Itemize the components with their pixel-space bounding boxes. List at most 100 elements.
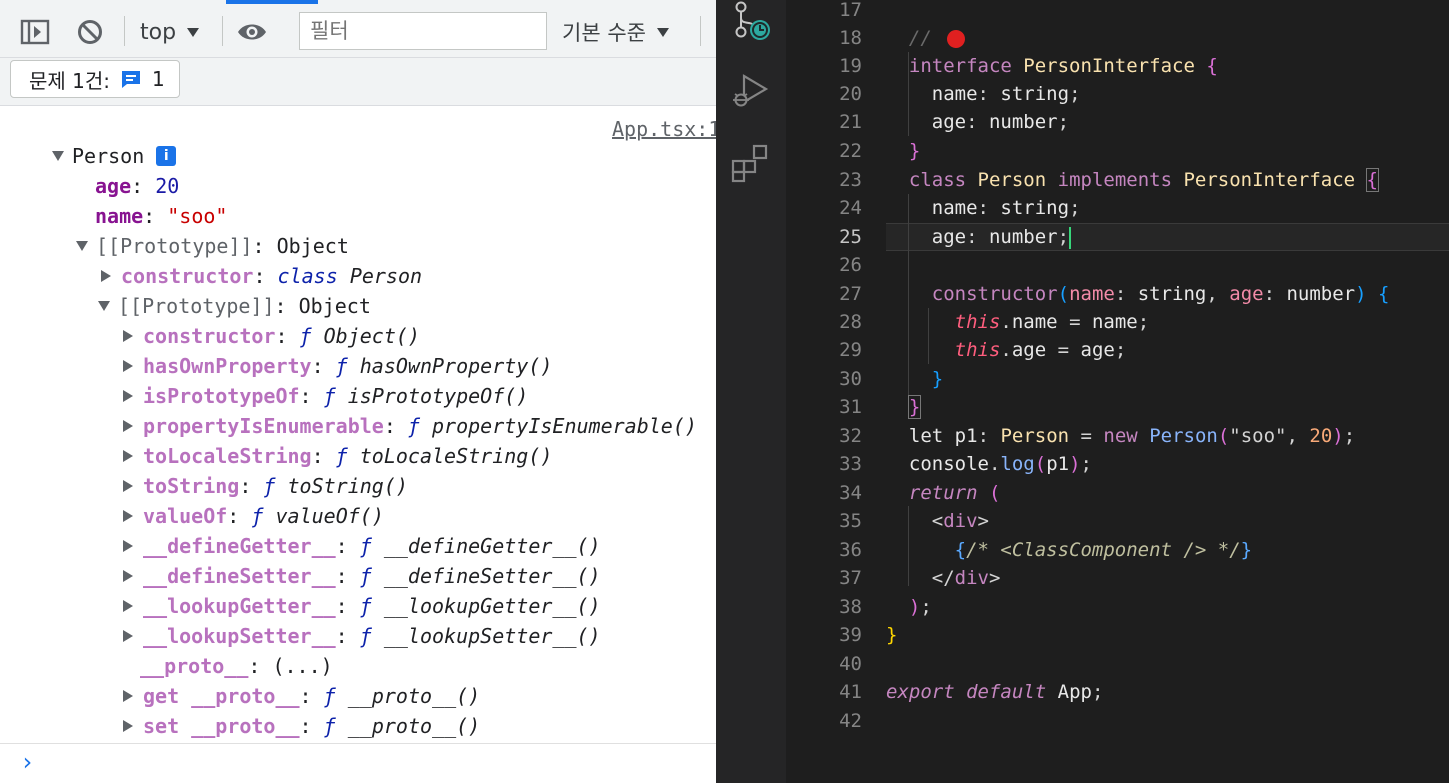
property-row[interactable]: hasOwnProperty: ƒ hasOwnProperty() <box>121 351 552 381</box>
this-token: this <box>954 311 1001 333</box>
expand-arrow-icon[interactable] <box>98 301 110 311</box>
live-expression-button[interactable] <box>232 12 272 52</box>
line-number: 41 <box>839 681 862 703</box>
code-line: age: number; <box>931 111 1070 133</box>
property-row[interactable]: __defineGetter__: ƒ __defineGetter__() <box>121 531 601 561</box>
toggle-sidebar-button[interactable] <box>15 12 55 52</box>
line-number: 18 <box>839 27 862 49</box>
property-row[interactable]: constructor: ƒ Object() <box>121 321 420 351</box>
property-key: constructor <box>121 264 254 288</box>
property-value: __defineGetter__() <box>383 534 601 558</box>
property-key: [[Prototype]] <box>118 294 275 318</box>
property-key: constructor <box>143 324 276 348</box>
property-value: isPrototypeOf() <box>347 384 529 408</box>
property-value: __proto__() <box>347 684 481 708</box>
code-line-current: age: number; <box>931 226 1072 249</box>
property-row[interactable]: get __proto__: ƒ __proto__() <box>121 681 480 711</box>
property-row[interactable]: set __proto__: ƒ __proto__() <box>121 711 480 741</box>
issues-label: 문제 1건: <box>29 68 111 93</box>
property-row[interactable]: isPrototypeOf: ƒ isPrototypeOf() <box>121 381 528 411</box>
code-line: return ( <box>908 482 1001 504</box>
info-icon[interactable]: i <box>156 146 177 166</box>
collapse-arrow-icon[interactable] <box>123 480 133 492</box>
log-level-selector[interactable]: 기본 수준 <box>562 14 670 50</box>
property-row[interactable]: toString: ƒ toString() <box>121 471 408 501</box>
line-number: 37 <box>839 567 862 589</box>
type-token: Person <box>977 169 1047 191</box>
collapse-arrow-icon[interactable] <box>123 630 133 642</box>
property-row[interactable]: __lookupGetter__: ƒ __lookupGetter__() <box>121 591 601 621</box>
collapse-arrow-icon[interactable] <box>123 570 133 582</box>
property-value: Object() <box>323 324 420 348</box>
property-row: age: 20 <box>95 171 179 201</box>
property-value: Person <box>349 264 423 288</box>
expand-arrow-icon[interactable] <box>52 151 64 161</box>
property-value: Object <box>276 234 349 258</box>
keyword-token: let <box>908 425 944 447</box>
collapse-arrow-icon[interactable] <box>123 510 133 522</box>
collapse-arrow-icon[interactable] <box>123 330 133 342</box>
function-icon: ƒ <box>335 444 348 468</box>
property-row[interactable]: __defineSetter__: ƒ __defineSetter__() <box>121 561 601 591</box>
type-token: number <box>988 226 1058 248</box>
property-value: propertyIsEnumerable() <box>432 414 697 438</box>
collapse-arrow-icon[interactable] <box>123 450 133 462</box>
clear-console-icon <box>78 20 102 44</box>
property-key: toLocaleString <box>143 444 312 468</box>
property-value: 20 <box>155 174 180 198</box>
collapse-arrow-icon[interactable] <box>101 270 111 282</box>
collapse-arrow-icon[interactable] <box>123 600 133 612</box>
clear-console-button[interactable] <box>70 12 110 52</box>
collapse-arrow-icon[interactable] <box>123 540 133 552</box>
collapse-arrow-icon[interactable] <box>123 720 133 732</box>
issues-button[interactable]: 문제 1건: 1 <box>10 60 180 98</box>
property-row[interactable]: valueOf: ƒ valueOf() <box>121 501 384 531</box>
object-row-person[interactable]: Person i <box>52 141 177 171</box>
keyword-token: implements <box>1057 169 1173 191</box>
property-row[interactable]: constructor: class Person <box>99 261 422 291</box>
code-editor[interactable]: 17 18 19 20 21 22 23 24 25 26 27 28 29 3… <box>786 0 1449 783</box>
line-number: 34 <box>839 482 862 504</box>
property-key: __proto__ <box>191 684 300 708</box>
run-debug-button[interactable] <box>730 70 772 112</box>
tag-token: div <box>943 510 978 532</box>
property-token: name <box>1011 311 1058 333</box>
property-key: propertyIsEnumerable <box>143 414 384 438</box>
source-link[interactable]: App.tsx:1 <box>612 117 716 141</box>
extensions-button[interactable] <box>730 142 772 184</box>
expand-arrow-icon[interactable] <box>76 241 88 251</box>
property-value: __lookupGetter__() <box>383 594 601 618</box>
property-value[interactable]: (...) <box>272 651 332 681</box>
collapse-arrow-icon[interactable] <box>123 360 133 372</box>
context-selector[interactable]: top <box>140 14 200 50</box>
property-row[interactable]: __lookupSetter__: ƒ __lookupSetter__() <box>121 621 601 651</box>
console-prompt[interactable]: › <box>0 743 716 783</box>
text-cursor <box>1069 226 1072 249</box>
source-control-button[interactable] <box>730 0 772 42</box>
source-control-icon <box>735 1 770 40</box>
prototype-row[interactable]: [[Prototype]]: Object <box>98 291 371 321</box>
collapse-arrow-icon[interactable] <box>123 390 133 402</box>
code-line: } <box>886 624 898 646</box>
property-row[interactable]: propertyIsEnumerable: ƒ propertyIsEnumer… <box>121 411 697 441</box>
prototype-row[interactable]: [[Prototype]]: Object <box>76 231 349 261</box>
line-number: 36 <box>839 539 862 561</box>
string-token: "soo" <box>1229 425 1287 447</box>
function-icon: ƒ <box>323 714 336 738</box>
line-number: 29 <box>839 339 862 361</box>
property-row[interactable]: toLocaleString: ƒ toLocaleString() <box>121 441 552 471</box>
function-icon: ƒ <box>299 324 312 348</box>
context-selector-label: top <box>140 19 177 45</box>
class-token: Person <box>1149 425 1218 447</box>
property-key: __lookupGetter__ <box>143 594 336 618</box>
filter-input[interactable] <box>299 12 547 50</box>
type-token: number <box>1286 283 1356 305</box>
active-tab-indicator <box>226 0 318 4</box>
property-row[interactable]: __proto__: (...) <box>140 651 333 681</box>
keyword-token: constructor <box>931 283 1058 305</box>
line-number: 31 <box>839 396 862 418</box>
collapse-arrow-icon[interactable] <box>123 690 133 702</box>
code-line: <div> <box>931 510 989 532</box>
property-value: __lookupSetter__() <box>383 624 601 648</box>
collapse-arrow-icon[interactable] <box>123 420 133 432</box>
